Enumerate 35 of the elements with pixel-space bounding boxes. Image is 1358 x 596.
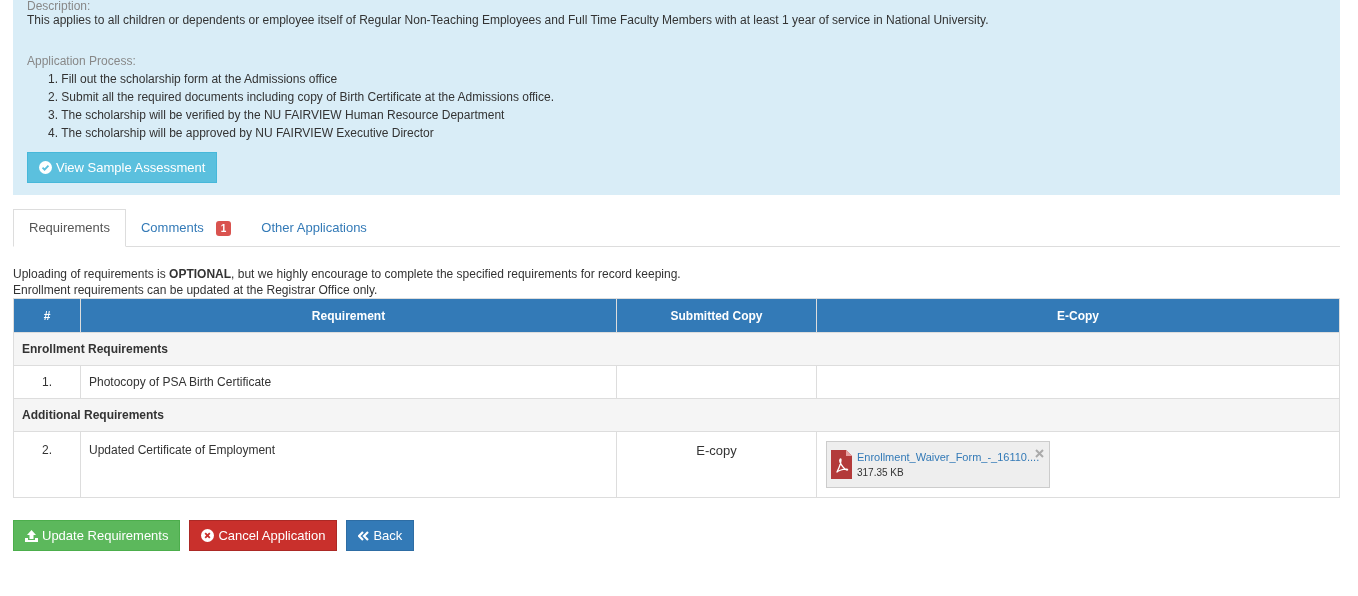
process-step: 2. Submit all the required documents including copy of Birth Certificate at the Admissions office. <box>48 88 1326 106</box>
process-label: Application Process: <box>27 53 137 70</box>
group-row-label: Enrollment Requirements <box>13 332 1340 366</box>
table-cell: 1. <box>13 365 81 399</box>
column-header: # <box>13 298 81 333</box>
tab[interactable]: Requirements <box>13 209 126 247</box>
column-header: E-Copy <box>816 298 1340 333</box>
check-circle-icon <box>39 161 52 174</box>
table-cell: 2. <box>13 431 81 498</box>
update-button[interactable]: Update Requirements <box>13 520 181 551</box>
upload-icon <box>25 529 38 542</box>
table-cell: Photocopy of PSA Birth Certificate <box>80 365 617 399</box>
file-name-link[interactable]: Enrollment_Waiver_Form_-_16110.... <box>857 450 1040 464</box>
process-step: 1. Fill out the scholarship form at the Admissions office <box>48 70 1326 88</box>
description-label: Description: <box>27 0 92 12</box>
back-button[interactable]: Back <box>346 520 415 551</box>
close-circle-icon <box>201 529 215 542</box>
cancel-button[interactable]: Cancel Application <box>189 520 338 551</box>
description-text: This applies to all children or dependents or employee itself of Regular Non-Teaching Employees and Full Time Faculty Members with at least 1 year of service in National University. <box>27 13 990 28</box>
note-text: Uploading of requirements is OPTIONAL, but we highly encourage to complete the specified requirements for record keeping. <box>13 266 682 282</box>
process-step: 3. The scholarship will be verified by the NU FAIRVIEW Human Resource Department <box>48 106 1326 124</box>
group-row-label: Additional Requirements <box>13 398 1340 432</box>
table-cell: Updated Certificate of Employment <box>80 431 617 498</box>
process-step: 4. The scholarship will be approved by NU FAIRVIEW Executive Director <box>48 124 1326 142</box>
double-chevron-left-icon <box>358 530 370 541</box>
column-header: Submitted Copy <box>616 298 817 333</box>
table-cell: E-copy <box>616 431 817 498</box>
file-size: 317.35 KB <box>857 466 905 479</box>
pdf-file-icon <box>831 450 852 479</box>
note-text: Enrollment requirements can be updated at the Registrar Office only. <box>13 282 379 298</box>
file-attachment[interactable]: Enrollment_Waiver_Form_-_16110.... 317.35 KB <box>826 441 1050 488</box>
tab[interactable]: Comments 1 <box>125 209 247 247</box>
count-badge: 1 <box>215 220 232 236</box>
tab[interactable]: Other Applications <box>246 209 382 247</box>
column-header: Requirement <box>80 298 617 333</box>
